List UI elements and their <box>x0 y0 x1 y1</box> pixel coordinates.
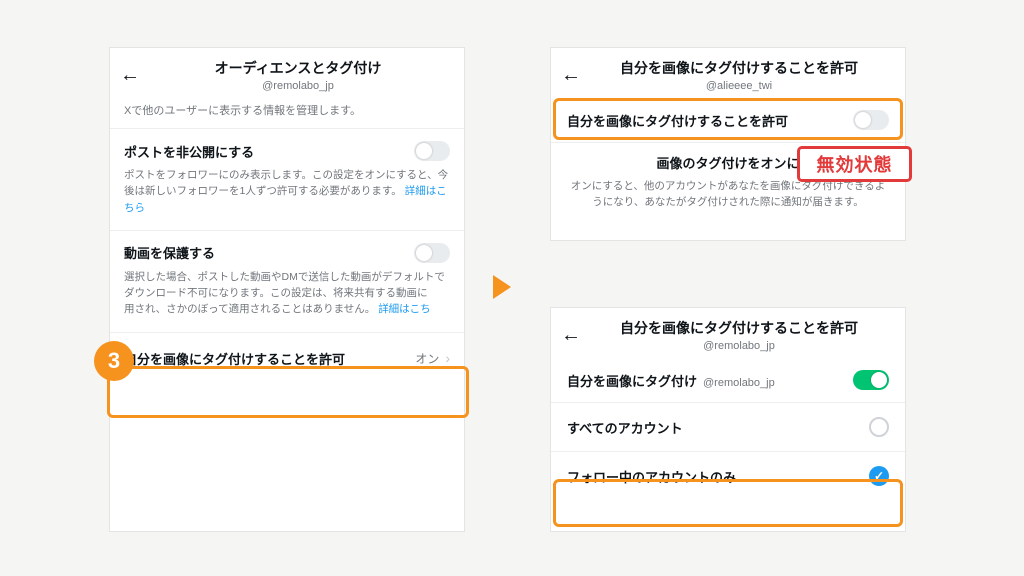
photo-tagging-info-desc: オンにすると、他のアカウントがあなたを画像にタグ付けできるようになり、あなたがタ… <box>569 178 887 211</box>
photo-tagging-value: オン <box>415 350 439 367</box>
header-center: オーディエンスとタグ付け @remolabo_jp <box>142 58 454 92</box>
audience-settings-panel: ← オーディエンスとタグ付け @remolabo_jp Xで他のユーザーに表示す… <box>109 47 465 532</box>
private-posts-desc: ポストをフォロワーにのみ表示します。この設定をオンにすると、今後は新しいフォロワ… <box>124 167 450 216</box>
photo-tagging-value-wrap: オン › <box>415 350 450 367</box>
flow-arrow-icon <box>493 275 511 299</box>
panel2-header: ← 自分を画像にタグ付けすることを許可 @alieeee_twi <box>551 48 905 98</box>
back-arrow-icon[interactable]: ← <box>561 64 583 87</box>
protect-video-section: 動画を保護する 選択した場合、ポストした動画やDMで送信した動画がデフォルトでダ… <box>110 231 464 333</box>
protect-video-desc-a: 選択した場合、ポストした動画やDMで送信した動画がデフォルトでダウンロード不可に… <box>124 271 445 299</box>
panel3-title: 自分を画像にタグ付けすることを許可 <box>583 318 895 338</box>
protect-video-link[interactable]: 詳細はこち <box>378 303 431 315</box>
photo-tagging-on-label: 自分を画像にタグ付け <box>567 371 697 390</box>
protect-video-title: 動画を保護する <box>124 243 215 262</box>
photo-tagging-toggle-on[interactable] <box>853 370 889 390</box>
panel3-handle: @remolabo_jp <box>583 340 895 352</box>
protect-video-desc: 選択した場合、ポストした動画やDMで送信した動画がデフォルトでダウンロード不可に… <box>124 269 450 318</box>
photo-tagging-label-wrap: 自分を画像にタグ付け @remolabo_jp <box>567 371 775 390</box>
photo-tagging-on-handle: @remolabo_jp <box>703 377 775 389</box>
private-posts-section: ポストを非公開にする ポストをフォロワーにのみ表示します。この設定をオンにすると… <box>110 129 464 231</box>
panel1-title: オーディエンスとタグ付け <box>142 58 454 78</box>
panel1-subtext: Xで他のユーザーに表示する情報を管理します。 <box>110 98 464 129</box>
photo-tagging-on-row: 自分を画像にタグ付け @remolabo_jp <box>551 358 905 402</box>
protect-video-toggle[interactable] <box>414 243 450 263</box>
panel1-header: ← オーディエンスとタグ付け @remolabo_jp <box>110 48 464 98</box>
private-posts-desc-text: ポストをフォロワーにのみ表示します。この設定をオンにすると、今後は新しいフォロワ… <box>124 169 448 197</box>
panel2-handle: @alieeee_twi <box>583 80 895 92</box>
panel2-title: 自分を画像にタグ付けすることを許可 <box>583 58 895 78</box>
back-arrow-icon[interactable]: ← <box>561 324 583 347</box>
disabled-state-label: 無効状態 <box>817 151 893 177</box>
step-badge-3: 3 <box>94 341 134 381</box>
option-all-label: すべてのアカウント <box>567 418 683 437</box>
private-posts-toggle[interactable] <box>414 141 450 161</box>
panel3-header: ← 自分を画像にタグ付けすることを許可 @remolabo_jp <box>551 308 905 358</box>
private-posts-title: ポストを非公開にする <box>124 142 254 161</box>
highlight-box-toggle <box>553 98 903 140</box>
panel1-handle: @remolabo_jp <box>142 80 454 92</box>
highlight-box-step3 <box>107 366 469 418</box>
chevron-right-icon: › <box>445 350 450 366</box>
highlight-box-following-only <box>553 479 903 527</box>
panel3-header-center: 自分を画像にタグ付けすることを許可 @remolabo_jp <box>583 318 895 352</box>
disabled-state-callout: 無効状態 <box>797 146 912 182</box>
panel2-header-center: 自分を画像にタグ付けすることを許可 @alieeee_twi <box>583 58 895 92</box>
photo-tagging-label: 自分を画像にタグ付けすることを許可 <box>124 349 345 368</box>
protect-video-desc-b: 用され、さかのぼって適用されることはありません。 <box>124 303 375 315</box>
photo-tagging-disabled-panel: ← 自分を画像にタグ付けすることを許可 @alieeee_twi 自分を画像にタ… <box>550 47 906 241</box>
option-all-accounts[interactable]: すべてのアカウント <box>551 402 905 451</box>
step-badge-number: 3 <box>108 348 120 374</box>
radio-unselected-icon <box>869 417 889 437</box>
protect-video-row: 動画を保護する <box>124 243 450 263</box>
private-posts-row: ポストを非公開にする <box>124 141 450 161</box>
back-arrow-icon[interactable]: ← <box>120 64 142 87</box>
